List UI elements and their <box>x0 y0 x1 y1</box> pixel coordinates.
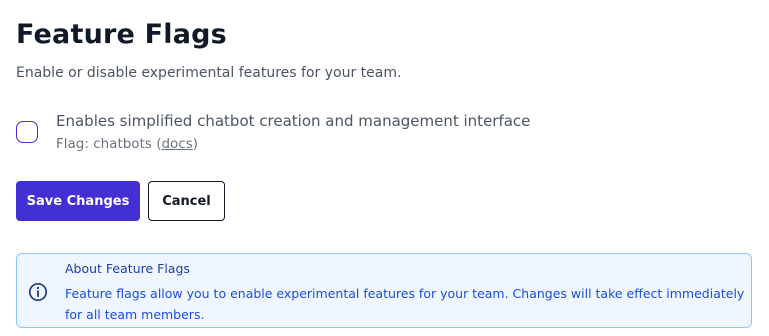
flag-description: Enables simplified chatbot creation and … <box>56 112 531 130</box>
feature-flags-page: Feature Flags Enable or disable experime… <box>0 0 769 336</box>
flag-row-chatbots: Enables simplified chatbot creation and … <box>16 110 716 156</box>
flag-checkbox-chatbots[interactable] <box>16 121 38 143</box>
info-title: About Feature Flags <box>65 261 190 276</box>
flag-name-label: Flag: chatbots ( <box>56 136 162 152</box>
page-subtitle: Enable or disable experimental features … <box>16 65 402 81</box>
flag-docs-link[interactable]: docs <box>161 136 192 152</box>
flag-name-suffix: ) <box>192 136 199 152</box>
flag-meta: Flag: chatbots (docs) <box>56 134 198 154</box>
page-title: Feature Flags <box>16 19 227 50</box>
info-callout: About Feature Flags Feature flags allow … <box>16 253 752 328</box>
cancel-button[interactable]: Cancel <box>148 181 225 221</box>
info-icon <box>28 282 48 302</box>
save-changes-button[interactable]: Save Changes <box>16 181 140 221</box>
info-body: Feature flags allow you to enable experi… <box>65 286 745 322</box>
